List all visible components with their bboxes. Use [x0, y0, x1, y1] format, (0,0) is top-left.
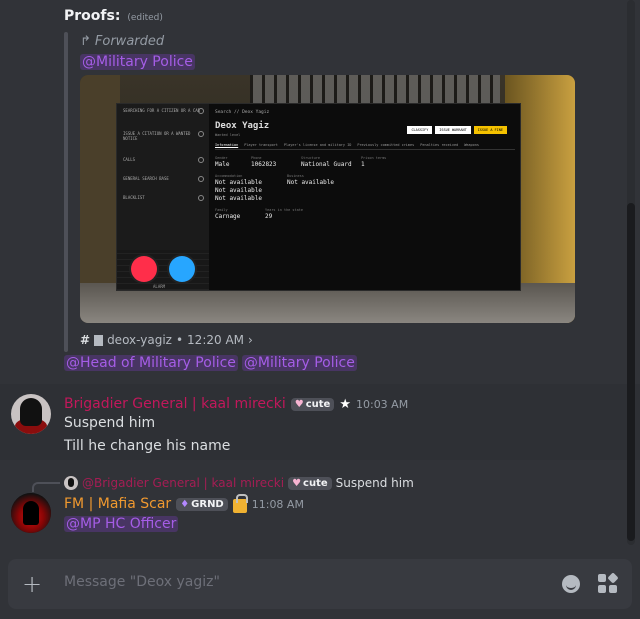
avatar[interactable]	[11, 493, 51, 533]
forwarded-text: Forwarded	[94, 34, 165, 49]
image-attachment[interactable]: SEARCHING FOR A CITIZEN OR A CAR ISSUE A…	[80, 75, 575, 323]
star-badge-icon: ★	[339, 396, 351, 412]
tablet-sidebar-item: SEARCHING FOR A CITIZEN OR A CAR	[117, 104, 209, 117]
separator-dot: •	[175, 333, 184, 347]
flame-icon: ♦	[180, 498, 190, 510]
tablet-tab: Information	[215, 143, 239, 147]
chevron-right-icon[interactable]: ›	[248, 333, 253, 347]
tablet-content: Search // Deox Yagiz Deox Yagiz Wanted l…	[215, 110, 515, 220]
tablet-tab: Previously committed crimes	[357, 143, 415, 147]
tablet-info-grid: Gender Male Phone 1062823 Structure Nationa…	[215, 156, 387, 168]
people-icon	[198, 176, 204, 182]
forward-source[interactable]: # deox-yagiz • 12:20 AM ›	[80, 333, 253, 347]
red-alarm-button	[131, 256, 157, 282]
proofs-label: Proofs:	[64, 8, 121, 24]
mention-head-military-police[interactable]: @Head of Military Police	[64, 355, 238, 371]
mention-mp-hc-officer[interactable]: @MP HC Officer	[64, 516, 179, 532]
username[interactable]: FM | Mafia Scar	[64, 496, 171, 512]
mention-text[interactable]: @Military Police	[80, 54, 195, 70]
tablet-accommodation-section: Accommodation Not available Not availabl…	[215, 174, 334, 202]
heart-icon: ♥	[294, 398, 304, 410]
tablet-tab: Penalties received	[420, 143, 459, 147]
mention-military-police[interactable]: @Military Police	[241, 355, 357, 371]
server-tag[interactable]: ♥ cute	[290, 397, 335, 411]
reply-connector	[32, 482, 60, 492]
timestamp: 10:03 AM	[355, 397, 409, 411]
tablet-sidebar-item: BLACKLIST	[117, 191, 209, 204]
document-icon	[198, 131, 204, 137]
tablet-actions: CLASSIFY ISSUE WARRANT ISSUE A FINE	[407, 126, 507, 134]
add-attachment-icon[interactable]: +	[20, 570, 44, 598]
message-input[interactable]	[64, 574, 534, 590]
message-header: FM | Mafia Scar ♦ GRND 11:08 AM	[64, 494, 304, 513]
mention-text[interactable]: @MP HC Officer	[64, 516, 179, 532]
lock-icon	[232, 494, 248, 513]
apps-icon[interactable]	[598, 572, 619, 594]
tablet-tab: Player's license and military ID	[283, 143, 352, 147]
timestamp: 11:08 AM	[251, 497, 304, 511]
reply-author[interactable]: @Brigadier General | kaal mirecki	[82, 476, 284, 490]
mention-military-police[interactable]: @Military Police	[80, 54, 195, 70]
emoji-icon[interactable]	[562, 575, 580, 593]
message-line: Till he change his name	[64, 438, 231, 454]
forwarded-label: ↱ Forwarded	[80, 34, 164, 49]
proofs-line: Proofs: (edited)	[64, 8, 163, 24]
username[interactable]: Brigadier General | kaal mirecki	[64, 396, 286, 412]
police-tablet: SEARCHING FOR A CITIZEN OR A CAR ISSUE A…	[116, 103, 521, 291]
tablet-fine-button: ISSUE A FINE	[473, 126, 507, 134]
tablet-sidebar-item: GENERAL SEARCH BASE	[117, 172, 209, 185]
alarm-label: ALARM	[153, 284, 166, 289]
tablet-tab: Player transport	[244, 143, 278, 147]
channel-hash-icon: #	[80, 333, 91, 347]
source-channel[interactable]: deox-yagiz	[107, 333, 172, 347]
server-tag: ♥ cute	[288, 476, 332, 490]
heart-icon: ♥	[292, 477, 302, 489]
server-tag[interactable]: ♦ GRND	[176, 497, 228, 511]
document-icon	[94, 334, 104, 346]
block-icon	[198, 195, 204, 201]
forward-arrow-icon: ↱	[80, 34, 91, 49]
blue-alarm-button	[169, 256, 195, 282]
edited-marker: (edited)	[127, 13, 163, 23]
scene-bars	[250, 75, 500, 105]
tablet-warrant-button: ISSUE WARRANT	[435, 126, 471, 134]
role-mentions: @Head of Military Police @Military Polic…	[64, 355, 357, 371]
tablet-sidebar-item: CALLS	[117, 153, 209, 166]
tablet-family-section: Family Carnage Years in the state 29	[215, 208, 303, 220]
tablet-tab: Weapons	[464, 143, 479, 147]
avatar[interactable]	[11, 394, 51, 434]
reply-avatar	[64, 476, 78, 490]
scrollbar-thumb[interactable]	[627, 203, 635, 541]
phone-icon	[198, 157, 204, 163]
search-icon	[198, 108, 204, 114]
tablet-tabs: Information Player transport Player's li…	[215, 143, 515, 150]
source-time: 12:20 AM	[187, 333, 245, 347]
message-header: Brigadier General | kaal mirecki ♥ cute ★…	[64, 396, 408, 412]
message-composer: +	[8, 559, 632, 609]
tablet-breadcrumb: Search // Deox Yagiz	[215, 110, 270, 115]
reply-text[interactable]: Suspend him	[336, 476, 414, 490]
reply-reference[interactable]: @Brigadier General | kaal mirecki ♥ cute …	[64, 476, 414, 490]
tablet-classify-button: CLASSIFY	[407, 126, 433, 134]
message-line: Suspend him	[64, 415, 156, 431]
tablet-sidebar-item: ISSUE A CITATION OR A WANTED NOTICE	[117, 127, 209, 145]
forward-quote-bar	[64, 32, 68, 352]
